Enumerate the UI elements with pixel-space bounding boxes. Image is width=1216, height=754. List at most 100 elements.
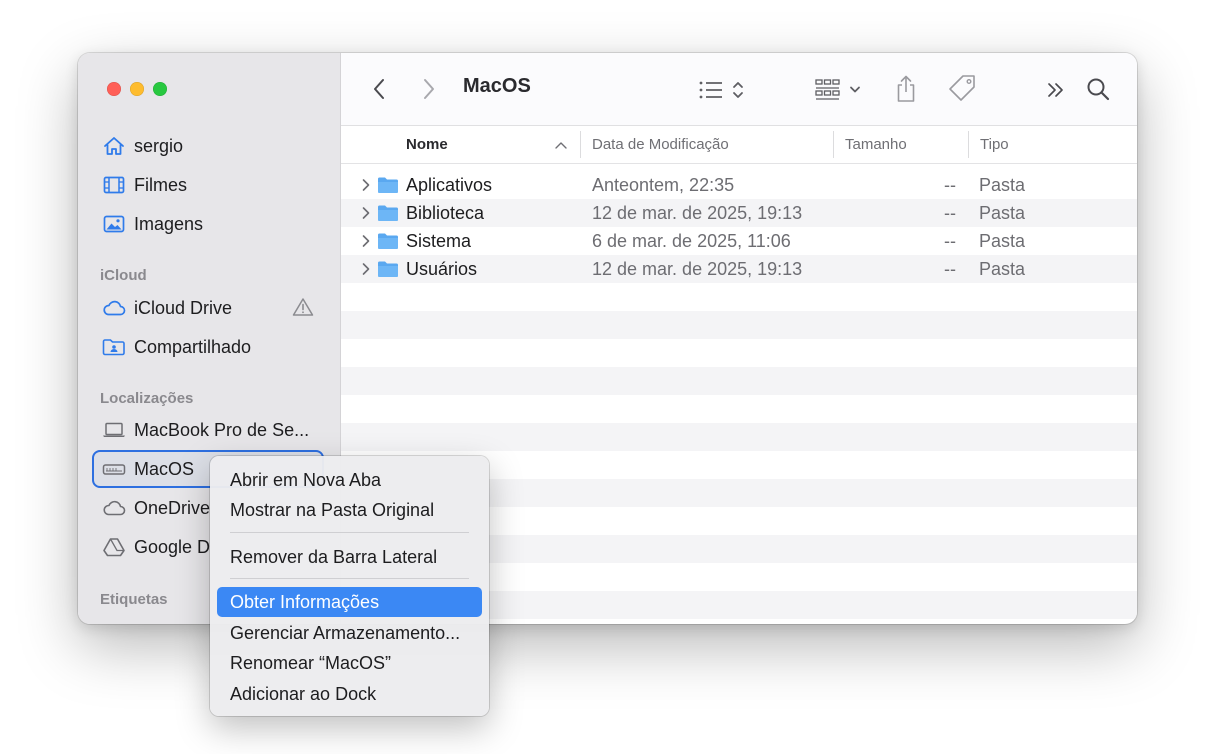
file-kind-cell: Pasta — [979, 174, 1026, 195]
tag-button[interactable] — [945, 73, 979, 105]
menu-item-manage-storage[interactable]: Gerenciar Armazenamento... — [217, 618, 482, 648]
drive-icon — [102, 458, 126, 480]
folder-icon — [377, 232, 399, 250]
file-kind-cell: Pasta — [979, 258, 1026, 279]
file-size-cell: -- — [944, 258, 956, 279]
group-button[interactable] — [815, 77, 865, 103]
table-row[interactable]: Sistema 6 de mar. de 2025, 11:06 -- Pasta — [341, 227, 1137, 255]
search-icon — [1087, 78, 1110, 101]
menu-item-open-new-tab[interactable]: Abrir em Nova Aba — [217, 465, 482, 495]
table-row[interactable]: Usuários 12 de mar. de 2025, 19:13 -- Pasta — [341, 255, 1137, 283]
house-icon — [102, 135, 126, 157]
empty-row — [341, 367, 1137, 395]
window-title: MacOS — [463, 75, 531, 97]
chevron-left-icon — [374, 79, 384, 99]
file-size-cell: -- — [944, 174, 956, 195]
cloud-icon — [102, 297, 126, 319]
disclosure-chevron-icon[interactable] — [361, 262, 371, 276]
menu-separator — [230, 578, 469, 579]
column-divider[interactable] — [580, 131, 581, 158]
sidebar-item-imagens[interactable]: Imagens — [92, 206, 324, 242]
folder-icon — [377, 176, 399, 194]
column-kind[interactable]: Tipo — [980, 126, 1009, 163]
back-button[interactable] — [367, 75, 391, 103]
sidebar-item-label: Compartilhado — [134, 336, 252, 357]
column-name[interactable]: Nome — [406, 126, 448, 163]
file-date-cell: 6 de mar. de 2025, 11:06 — [592, 230, 791, 251]
menu-item-show-original[interactable]: Mostrar na Pasta Original — [217, 495, 482, 525]
menu-item-add-to-dock[interactable]: Adicionar ao Dock — [217, 679, 482, 709]
forward-button[interactable] — [417, 75, 441, 103]
sidebar-item-label: MacOS — [134, 458, 195, 479]
table-row[interactable]: Biblioteca 12 de mar. de 2025, 19:13 -- Pas… — [341, 199, 1137, 227]
sidebar-item-label: OneDrive — [134, 497, 211, 518]
file-name-cell: Aplicativos — [361, 171, 492, 199]
window-controls — [107, 82, 167, 96]
file-date-cell: 12 de mar. de 2025, 19:13 — [592, 202, 803, 223]
share-icon — [897, 75, 915, 102]
shared-folder-icon — [102, 336, 126, 358]
photo-icon — [102, 213, 126, 235]
column-header: Nome Data de Modificação Tamanho Tipo — [341, 126, 1137, 164]
disclosure-chevron-icon[interactable] — [361, 178, 371, 192]
folder-icon — [377, 204, 399, 222]
more-toolbar-button[interactable] — [1045, 79, 1067, 101]
disclosure-chevron-icon[interactable] — [361, 234, 371, 248]
cloud-icon — [102, 497, 126, 519]
file-name-cell: Usuários — [361, 255, 477, 283]
sidebar-item-sergio[interactable]: sergio — [92, 128, 324, 164]
empty-row — [341, 339, 1137, 367]
close-button[interactable] — [107, 82, 121, 96]
section-header-tags: Etiquetas — [100, 591, 168, 608]
sidebar-item-compartilhado[interactable]: Compartilhado — [92, 329, 324, 365]
zoom-button[interactable] — [153, 82, 167, 96]
sidebar-item-icloud-drive[interactable]: iCloud Drive — [92, 290, 324, 326]
empty-row — [341, 395, 1137, 423]
menu-separator — [230, 532, 469, 533]
toolbar: MacOS — [341, 53, 1137, 126]
sidebar-item-label: iCloud Drive — [134, 297, 233, 318]
menu-item-rename[interactable]: Renomear “MacOS” — [217, 648, 482, 678]
column-date[interactable]: Data de Modificação — [592, 126, 729, 163]
minimize-button[interactable] — [130, 82, 144, 96]
empty-row — [341, 283, 1137, 311]
file-kind-cell: Pasta — [979, 202, 1026, 223]
tag-icon — [949, 75, 975, 101]
double-chevron-icon — [1048, 83, 1063, 97]
section-header-locations: Localizações — [100, 390, 194, 407]
empty-row — [341, 311, 1137, 339]
file-size-cell: -- — [944, 230, 956, 251]
column-divider[interactable] — [968, 131, 969, 158]
menu-item-get-info[interactable]: Obter Informações — [217, 587, 482, 617]
column-size[interactable]: Tamanho — [845, 126, 907, 163]
sidebar-item-label: Filmes — [134, 174, 187, 195]
grid-group-icon — [815, 79, 860, 100]
sidebar-item-macbook-pro[interactable]: MacBook Pro de Se... — [92, 412, 324, 448]
sidebar-item-label: Imagens — [134, 213, 204, 234]
file-name-cell: Sistema — [361, 227, 471, 255]
warning-icon[interactable] — [292, 297, 314, 322]
sort-ascending-icon[interactable] — [555, 126, 567, 163]
file-kind-cell: Pasta — [979, 230, 1026, 251]
share-button[interactable] — [893, 73, 919, 105]
table-row[interactable]: Aplicativos Anteontem, 22:35 -- Pasta — [341, 171, 1137, 199]
view-options-button[interactable] — [697, 77, 751, 103]
file-size-cell: -- — [944, 202, 956, 223]
sidebar-item-label: Google D — [134, 536, 211, 557]
disclosure-chevron-icon[interactable] — [361, 206, 371, 220]
file-date-cell: 12 de mar. de 2025, 19:13 — [592, 258, 803, 279]
sidebar-item-filmes[interactable]: Filmes — [92, 167, 324, 203]
empty-row — [341, 423, 1137, 451]
sidebar-item-label: sergio — [134, 135, 184, 156]
file-date-cell: Anteontem, 22:35 — [592, 174, 735, 195]
chevron-right-icon — [424, 79, 434, 99]
section-header-icloud: iCloud — [100, 267, 147, 284]
list-view-icon — [699, 81, 743, 99]
search-button[interactable] — [1085, 75, 1111, 103]
film-icon — [102, 174, 126, 196]
column-divider[interactable] — [833, 131, 834, 158]
laptop-icon — [102, 419, 126, 441]
file-name-cell: Biblioteca — [361, 199, 484, 227]
context-menu: Abrir em Nova Aba Mostrar na Pasta Origi… — [210, 456, 489, 716]
menu-item-remove-sidebar[interactable]: Remover da Barra Lateral — [217, 542, 482, 572]
